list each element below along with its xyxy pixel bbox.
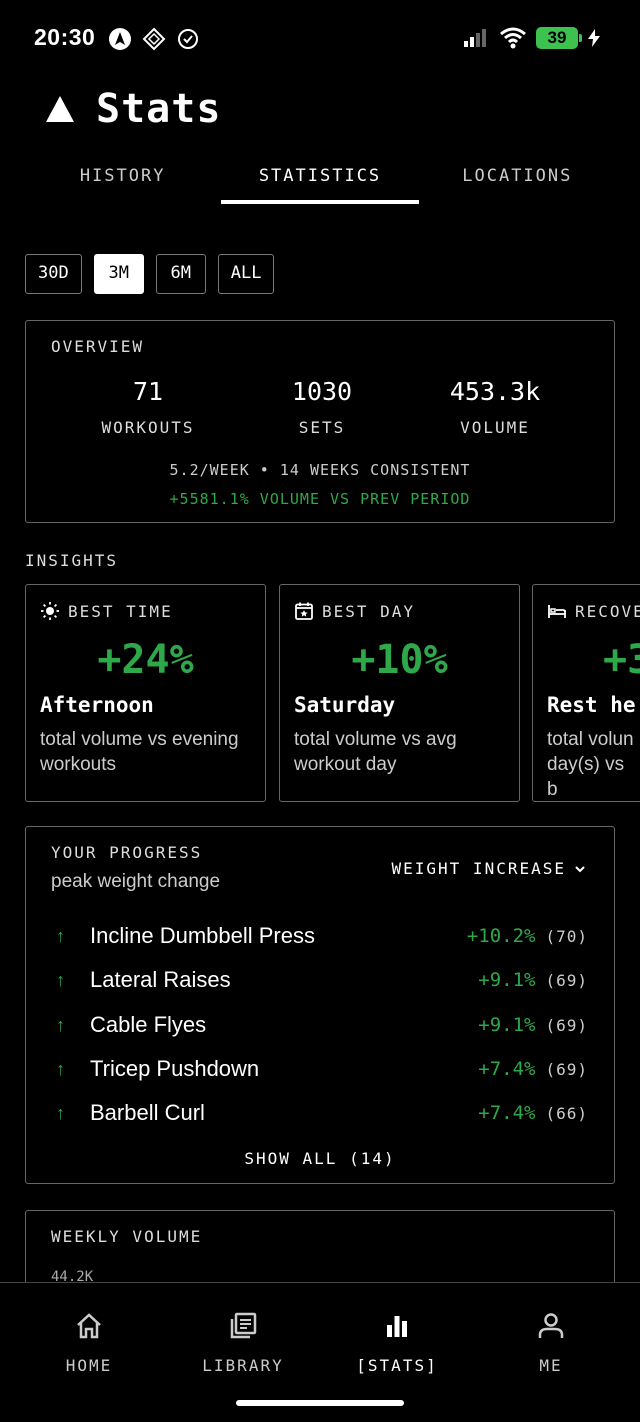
progress-card: YOUR PROGRESS peak weight change WEIGHT … [25,826,615,1184]
range-3m-button[interactable]: 3M [93,254,144,294]
progress-label: YOUR PROGRESS [51,843,203,862]
exercise-count: (70) [545,926,588,946]
insight-description: total volume vs avg workout day [294,729,457,775]
insights-heading: INSIGHTS [25,551,119,570]
tab-locations[interactable]: LOCATIONS [419,160,616,204]
metric-dropdown-label: WEIGHT INCREASE [391,859,566,878]
exercise-name: Barbell Curl [90,1100,205,1125]
insight-title: RECOVE [575,601,640,621]
charging-bolt-icon [588,29,600,47]
range-all-button[interactable]: ALL [217,254,275,294]
volume-change-text: +5581.1% VOLUME VS PREV PERIOD [169,490,471,508]
insight-card-recovery[interactable]: RECOVE +3 Rest he total volun day(s) vs … [532,584,640,802]
exercise-change: +10.2% [466,925,536,947]
diamond-icon [142,27,166,51]
stat-workouts: 71 WORKOUTS [88,377,208,437]
nav-label: LIBRARY [202,1356,284,1375]
exercise-name: Incline Dumbbell Press [90,923,315,948]
nav-me[interactable]: ME [481,1311,621,1375]
exercise-count: (69) [545,1059,588,1079]
stat-label: SETS [298,418,346,437]
insight-description: total volume vs evening workouts [40,729,239,775]
progress-row[interactable]: ↑ Cable Flyes +9.1% (69) [56,1010,588,1040]
tab-statistics[interactable]: STATISTICS [221,160,419,204]
exercise-name: Lateral Raises [90,967,231,992]
metric-dropdown[interactable]: WEIGHT INCREASE [392,859,587,878]
sun-icon [41,602,59,620]
battery-indicator: 39 [536,27,582,49]
nav-stats[interactable]: [STATS] [327,1311,467,1375]
tab-bar: HISTORY STATISTICS LOCATIONS [24,160,616,204]
insight-name: Saturday [294,693,396,717]
nav-label: [STATS] [356,1356,438,1375]
nav-arrow-icon [109,28,131,50]
arrow-up-icon: ↑ [56,969,65,990]
stat-label: VOLUME [460,418,530,437]
calendar-star-icon [295,602,313,620]
exercise-count: (66) [545,1103,588,1123]
progress-row[interactable]: ↑ Barbell Curl +7.4% (66) [56,1098,588,1128]
page-title: Stats [46,86,221,132]
stat-value: 71 [132,377,164,406]
arrow-up-icon: ↑ [56,1102,65,1123]
arrow-up-icon: ↑ [56,1014,65,1035]
signal-icon [464,29,486,47]
chevron-down-icon [575,865,585,872]
weekly-volume-label: WEEKLY VOLUME [51,1227,203,1246]
wifi-icon [500,27,526,49]
stat-value: 453.3k [449,377,541,406]
insight-card-best-time[interactable]: BEST TIME +24% Afternoon total volume vs… [25,584,266,802]
range-selector: 30D 3M 6M ALL [25,254,275,294]
status-bar: 20:30 39 [0,0,640,80]
bed-icon [548,605,566,618]
overview-label: OVERVIEW [51,337,145,356]
triangle-logo-icon [46,96,74,122]
home-indicator[interactable] [236,1400,404,1406]
progress-row[interactable]: ↑ Tricep Pushdown +7.4% (69) [56,1054,588,1084]
insight-value: +24% [97,637,194,683]
bar-chart-icon [387,1316,407,1337]
progress-row[interactable]: ↑ Incline Dumbbell Press +10.2% (70) [56,921,588,951]
consistency-text: 5.2/WEEK • 14 WEEKS CONSISTENT [169,461,471,479]
stat-sets: 1030 SETS [262,377,382,437]
arrow-up-icon: ↑ [56,1058,65,1079]
nav-label: HOME [65,1356,113,1375]
show-all-button[interactable]: SHOW ALL (14) [26,1149,614,1168]
insight-name: Afternoon [40,693,154,717]
exercise-name: Cable Flyes [90,1012,207,1037]
nav-library[interactable]: LIBRARY [173,1311,313,1375]
insight-name: Rest he [547,693,636,717]
insight-title: BEST TIME [68,601,173,621]
insight-card-best-day[interactable]: BEST DAY +10% Saturday total volume vs a… [279,584,520,802]
exercise-name: Tricep Pushdown [90,1056,260,1081]
check-circle-icon [178,29,198,49]
tab-history[interactable]: HISTORY [24,160,221,204]
stat-label: WORKOUTS [101,418,195,437]
overview-card: OVERVIEW 71 WORKOUTS 1030 SETS 453.3k VO… [25,320,615,523]
page-title-text: Stats [96,86,222,132]
stat-volume: 453.3k VOLUME [430,377,560,437]
insight-description: total volun day(s) vs b [547,729,634,800]
exercise-count: (69) [545,970,588,990]
exercise-change: +7.4% [478,1058,536,1080]
exercise-change: +7.4% [478,1102,536,1124]
insight-value: +3 [603,637,640,683]
person-icon [538,1313,564,1338]
progress-row[interactable]: ↑ Lateral Raises +9.1% (69) [56,965,588,995]
home-icon [77,1313,101,1339]
range-6m-button[interactable]: 6M [155,254,206,294]
insight-value: +10% [351,637,448,683]
library-icon [230,1312,257,1339]
exercise-count: (69) [545,1015,588,1035]
exercise-change: +9.1% [478,1014,536,1036]
stat-value: 1030 [291,377,353,406]
exercise-change: +9.1% [478,969,536,991]
progress-subtitle: peak weight change [51,871,221,892]
insight-title: BEST DAY [322,601,416,621]
status-time: 20:30 [34,24,96,50]
range-30d-button[interactable]: 30D [25,254,82,294]
nav-home[interactable]: HOME [19,1311,159,1375]
nav-label: ME [539,1356,563,1375]
arrow-up-icon: ↑ [56,925,65,946]
